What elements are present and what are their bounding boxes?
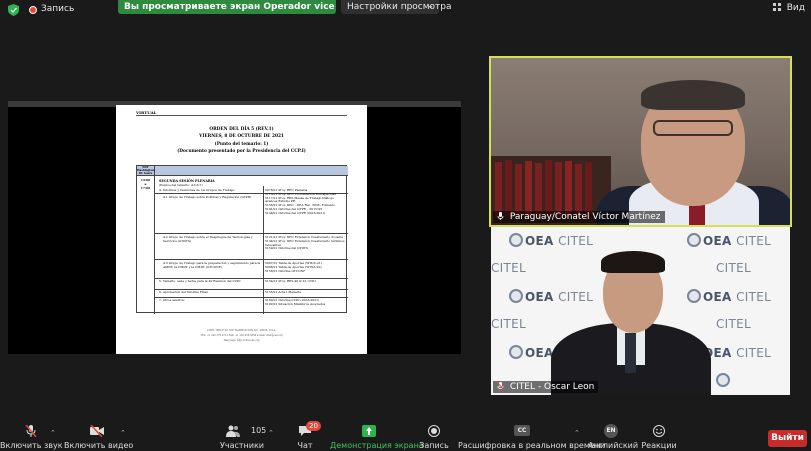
recording-label: Запись xyxy=(41,4,75,14)
microphone-icon xyxy=(497,212,504,220)
participants-count: 105 xyxy=(251,426,267,435)
doc-title: ORDEN DEL DÍA 5 (REV.1) xyxy=(209,127,274,132)
video-camera-off-icon xyxy=(90,425,104,437)
chat-unread-badge: 20 xyxy=(306,421,321,431)
participants-label: Участники xyxy=(219,441,265,450)
chat-button[interactable]: 20 Чат xyxy=(288,421,322,451)
participant-name: Paraguay/Conatel Víctor Martínez xyxy=(509,212,661,222)
section-subtitle: (Puntos del temario: 4,5,6,7) xyxy=(159,183,203,187)
chevron-up-icon[interactable]: ⌃ xyxy=(120,429,126,437)
person-hair xyxy=(601,251,665,273)
chat-label: Чат xyxy=(297,441,313,450)
agenda-item: 7. Otros asuntos: xyxy=(159,298,185,302)
record-icon xyxy=(428,425,440,437)
agenda-item-docs: 5097/21 Tabla de Aportes (WTDC-21) 5098/… xyxy=(265,261,323,273)
person-tie xyxy=(625,333,636,373)
time-column-header: EDT Washington, DC hours xyxy=(137,166,156,176)
record-label: Запись xyxy=(419,441,449,450)
agenda-item: 5. Temario, sede y fecha para la 40 Reun… xyxy=(159,279,241,283)
oea-seal-icon xyxy=(509,345,523,359)
participants-button[interactable]: 105 ⌃ Участники xyxy=(218,423,274,451)
oea-seal-icon xyxy=(509,289,523,303)
participant-name: CITEL - Oscar Leon xyxy=(509,382,595,392)
recording-indicator-icon xyxy=(29,6,37,14)
agenda-item: 6. Aprobación del Informe Final. xyxy=(159,290,209,294)
agenda-item-docs: 5160/21 Informe CCP.I (2018-2021) 5182/2… xyxy=(265,298,326,306)
zoom-meeting-window: Запись Вы просматриваете экран Operador … xyxy=(0,0,811,451)
reactions-button[interactable]: Реакции xyxy=(640,423,678,451)
oea-seal-icon xyxy=(509,233,523,247)
share-screen-icon xyxy=(362,425,376,437)
agenda-item-docs: 5076/21 Proy. REC Plenaria 5116/21 Proy.… xyxy=(265,188,337,215)
view-button[interactable]: Вид xyxy=(772,3,805,13)
smiley-face-icon xyxy=(653,425,665,437)
unmute-label: Включить звук xyxy=(0,441,63,450)
doc-footer-address: CITEL 1889 F ST. NW, WASHINGTON D.C. 200… xyxy=(206,329,277,332)
participant-video-active-speaker[interactable]: Paraguay/Conatel Víctor Martínez xyxy=(489,56,792,227)
doc-footer-web: Web page: http://citel.oas.org xyxy=(223,339,260,342)
agenda-document: VIRTUAL ORDEN DEL DÍA 5 (REV.1) VIERNES,… xyxy=(116,105,367,354)
doc-date: VIERNES, 8 DE OCTUBRE DE 2021 xyxy=(199,134,284,139)
language-globe-icon: EN xyxy=(604,424,618,438)
microphone-muted-icon xyxy=(25,425,37,437)
agenda-item-docs: 5121/21 Proy. DEC Extensión Cuestionario… xyxy=(265,235,345,251)
meeting-toolbar: ⌃ Включить звук ⌃ Включить видео 105 ⌃ У… xyxy=(0,421,811,451)
language-label: Английский xyxy=(588,441,639,450)
grid-view-icon xyxy=(772,3,781,11)
record-button[interactable]: Запись xyxy=(416,423,452,451)
start-video-label: Включить видео xyxy=(64,441,134,450)
oea-seal-icon xyxy=(687,289,701,303)
divider xyxy=(155,259,348,260)
oea-seal-icon xyxy=(716,373,730,387)
microphone-muted-icon xyxy=(497,382,504,390)
chevron-up-icon[interactable]: ⌃ xyxy=(268,429,274,437)
participants-icon xyxy=(226,425,240,437)
doc-presented-by: (Documento presentado por la Presidencia… xyxy=(177,149,306,154)
agenda-item: 4.1 Grupo de Trabajo sobre Políticas y R… xyxy=(163,195,252,199)
doc-footer-contact: TEL: +1 202 370 4713 FAX: +1 202 458 685… xyxy=(200,334,283,337)
chevron-up-icon[interactable]: ⌃ xyxy=(50,429,56,437)
screen-share-banner: Вы просматриваете экран Operador vice - … xyxy=(118,0,336,14)
view-options-label: Настройки просмотра xyxy=(347,2,452,12)
unmute-button[interactable]: ⌃ Включить звук xyxy=(0,423,63,451)
start-video-button[interactable]: ⌃ Включить видео xyxy=(64,423,134,451)
doc-agenda-point: (Punto del temario: 1) xyxy=(214,142,269,147)
agenda-item: 4.2 Grupo de Trabajo sobre el Despliegue… xyxy=(163,235,253,243)
chevron-up-icon[interactable]: ⌃ xyxy=(574,429,580,437)
person-glasses xyxy=(653,120,733,136)
view-button-label: Вид xyxy=(786,3,805,13)
security-shield-icon[interactable] xyxy=(8,4,19,16)
shared-screen[interactable]: VIRTUAL ORDEN DEL DÍA 5 (REV.1) VIERNES,… xyxy=(8,101,461,354)
oea-seal-icon xyxy=(687,233,701,247)
divider xyxy=(136,115,347,116)
table-header-band xyxy=(155,166,348,176)
participant-name-tag: Paraguay/Conatel Víctor Martínez xyxy=(493,211,665,223)
leave-meeting-button[interactable]: Выйти xyxy=(768,430,807,447)
participant-video[interactable]: OEA CITEL OEA CITEL CITEL CITEL OEA CITE… xyxy=(491,227,790,395)
closed-captions-icon: CC xyxy=(514,425,530,436)
agenda-item-docs: 5155/21 Acta I Plenaria xyxy=(265,290,302,294)
view-options-dropdown[interactable]: Настройки просмотра ⌄ xyxy=(341,0,452,14)
share-screen-button[interactable]: Демонстрация экрана xyxy=(330,423,424,451)
chevron-down-icon: ⌄ xyxy=(427,1,434,10)
divider xyxy=(155,233,348,234)
agenda-table: EDT Washington, DC hours 14:00 a 17:00 S… xyxy=(136,165,348,314)
live-transcript-button[interactable]: CC ⌃ Расшифровка в реальном времени xyxy=(458,423,606,451)
live-transcript-label: Расшифровка в реальном времени xyxy=(458,441,606,450)
time-range: 14:00 a 17:00 xyxy=(137,176,155,314)
top-bar: Запись Вы просматриваете экран Operador … xyxy=(0,0,811,20)
share-screen-label: Демонстрация экрана xyxy=(330,441,424,450)
person-hair xyxy=(641,80,745,110)
language-interpretation-button[interactable]: EN Английский xyxy=(588,423,639,451)
agenda-item: 4.3 Grupo de Trabajo para la preparación… xyxy=(163,261,261,269)
divider xyxy=(263,186,264,314)
agenda-item-docs: 5154/21 Proy. RES 40 & 41 CCP.I xyxy=(265,279,316,283)
reactions-label: Реакции xyxy=(641,441,677,450)
participant-name-tag: CITEL - Oscar Leon xyxy=(493,381,599,393)
